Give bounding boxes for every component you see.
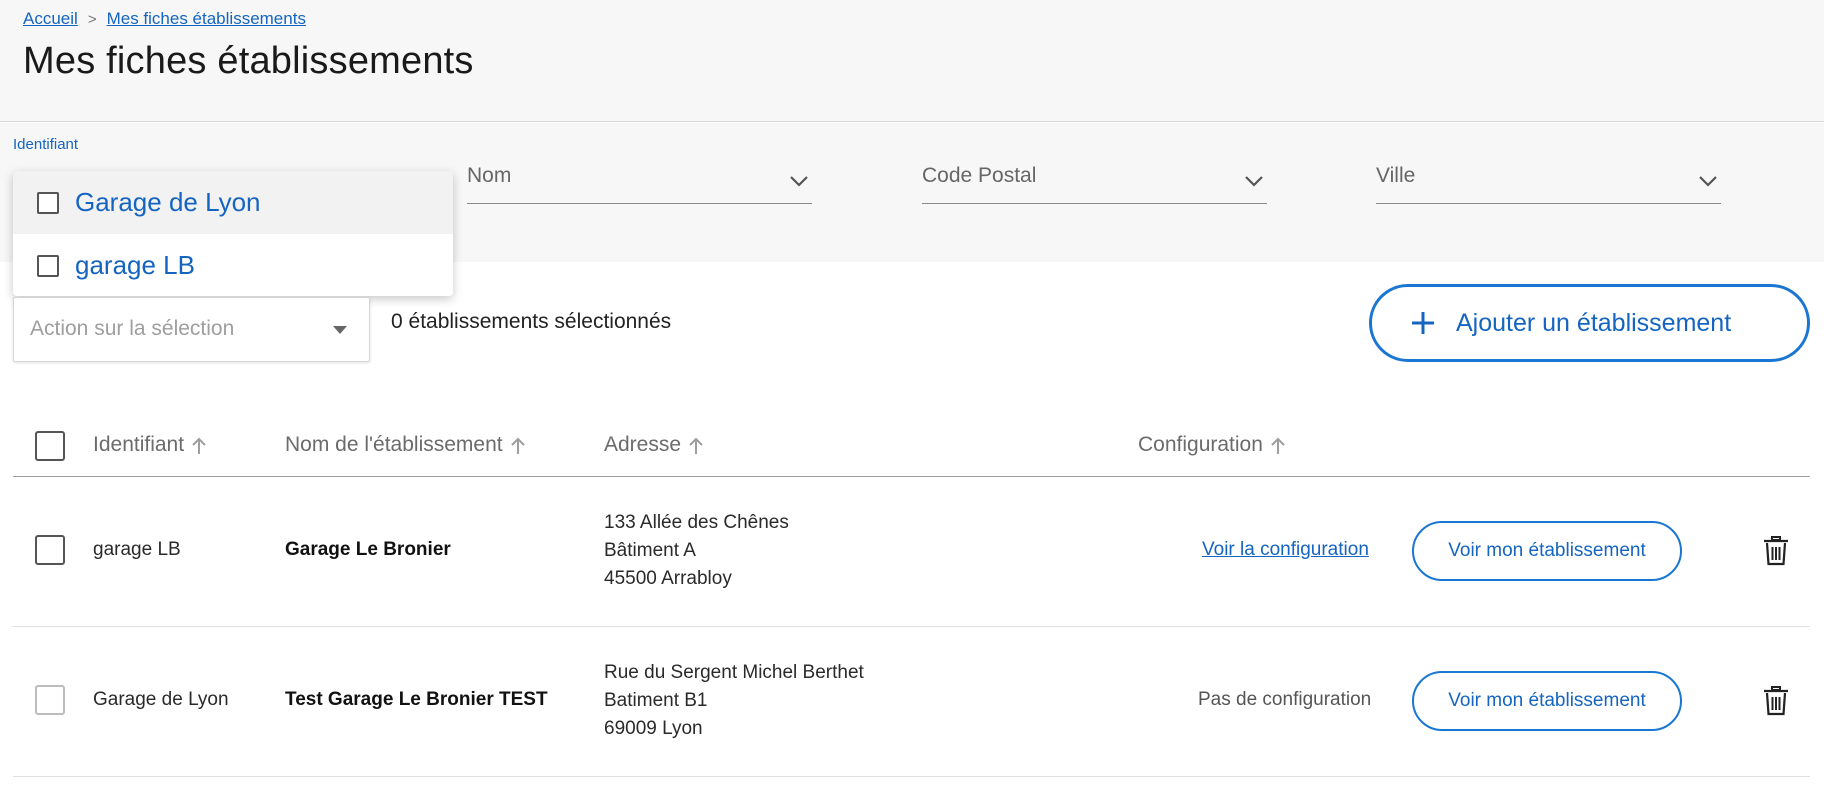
chevron-down-icon <box>790 176 808 187</box>
dropdown-option[interactable]: Garage de Lyon <box>13 171 453 234</box>
chevron-down-icon <box>1245 176 1263 187</box>
row-adresse: 133 Allée des Chênes Bâtiment A 45500 Ar… <box>604 509 789 593</box>
column-header-configuration[interactable]: Configuration <box>1138 433 1287 457</box>
page-header: Accueil > Mes fiches établissements Mes … <box>0 0 1824 122</box>
chevron-down-icon <box>1699 176 1717 187</box>
sort-arrow-up-icon <box>689 437 703 454</box>
add-establishment-button[interactable]: Ajouter un établissement <box>1369 284 1810 362</box>
address-line: Rue du Sergent Michel Berthet <box>604 662 864 683</box>
column-header-label: Configuration <box>1138 433 1263 456</box>
filter-code-postal-label: Code Postal <box>922 164 1037 187</box>
trash-icon[interactable] <box>1763 536 1789 566</box>
view-configuration-link[interactable]: Voir la configuration <box>1202 539 1369 561</box>
address-line: 69009 Lyon <box>604 718 703 739</box>
row-identifiant: Garage de Lyon <box>93 689 229 710</box>
filter-nom-select[interactable]: Nom <box>467 160 812 204</box>
column-header-identifiant[interactable]: Identifiant <box>93 433 208 457</box>
option-checkbox[interactable] <box>37 191 59 214</box>
breadcrumb-current-link[interactable]: Mes fiches établissements <box>107 9 306 29</box>
sort-arrow-up-icon <box>1271 437 1285 454</box>
address-line: 45500 Arrabloy <box>604 568 732 589</box>
bulk-action-select[interactable]: Action sur la sélection <box>13 297 370 362</box>
page-title: Mes fiches établissements <box>23 40 474 82</box>
filter-nom-label: Nom <box>467 164 512 187</box>
address-line: 133 Allée des Chênes <box>604 512 789 533</box>
no-configuration-text: Pas de configuration <box>1198 689 1372 710</box>
sort-arrow-up-icon <box>510 437 525 454</box>
option-checkbox[interactable] <box>37 254 59 277</box>
row-identifiant: garage LB <box>93 539 181 560</box>
row-adresse: Rue du Sergent Michel Berthet Batiment B… <box>604 659 864 743</box>
identifiant-dropdown-menu: Garage de Lyon garage LB <box>13 171 453 296</box>
trash-icon[interactable] <box>1763 686 1789 716</box>
column-header-label: Nom de l'établissement <box>285 433 503 456</box>
sort-arrow-up-icon <box>192 437 206 454</box>
caret-down-icon <box>333 326 347 334</box>
row-checkbox[interactable] <box>35 685 65 715</box>
bulk-action-placeholder: Action sur la sélection <box>30 317 235 340</box>
option-label: garage LB <box>75 250 195 280</box>
row-nom: Test Garage Le Bronier TEST <box>285 689 548 710</box>
view-establishment-button[interactable]: Voir mon établissement <box>1412 521 1682 581</box>
column-header-adresse[interactable]: Adresse <box>604 433 705 457</box>
dropdown-option[interactable]: garage LB <box>13 234 453 296</box>
row-checkbox[interactable] <box>35 535 65 565</box>
table-row: garage LB Garage Le Bronier 133 Allée de… <box>13 477 1810 627</box>
breadcrumb-separator: > <box>87 10 97 28</box>
filter-code-postal-select[interactable]: Code Postal <box>922 160 1267 204</box>
column-header-label: Adresse <box>604 433 682 456</box>
breadcrumb-home-link[interactable]: Accueil <box>23 9 78 29</box>
address-line: Batiment B1 <box>604 690 708 711</box>
add-establishment-label: Ajouter un établissement <box>1456 308 1732 337</box>
filter-identifiant-label: Identifiant <box>13 136 79 153</box>
view-establishment-button[interactable]: Voir mon établissement <box>1412 671 1682 731</box>
plus-icon <box>1412 312 1434 334</box>
address-line: Bâtiment A <box>604 540 696 561</box>
table-header: Identifiant Nom de l'établissement Adres… <box>13 417 1810 477</box>
breadcrumb: Accueil > Mes fiches établissements <box>23 9 306 29</box>
selected-count-text: 0 établissements sélectionnés <box>391 310 672 333</box>
select-all-checkbox[interactable] <box>35 431 65 461</box>
filter-ville-label: Ville <box>1376 164 1416 187</box>
table-row: Garage de Lyon Test Garage Le Bronier TE… <box>13 627 1810 777</box>
column-header-nom[interactable]: Nom de l'établissement <box>285 433 527 457</box>
option-label: Garage de Lyon <box>75 187 261 217</box>
row-nom: Garage Le Bronier <box>285 539 451 560</box>
column-header-label: Identifiant <box>93 433 185 456</box>
filter-ville-select[interactable]: Ville <box>1376 160 1721 204</box>
